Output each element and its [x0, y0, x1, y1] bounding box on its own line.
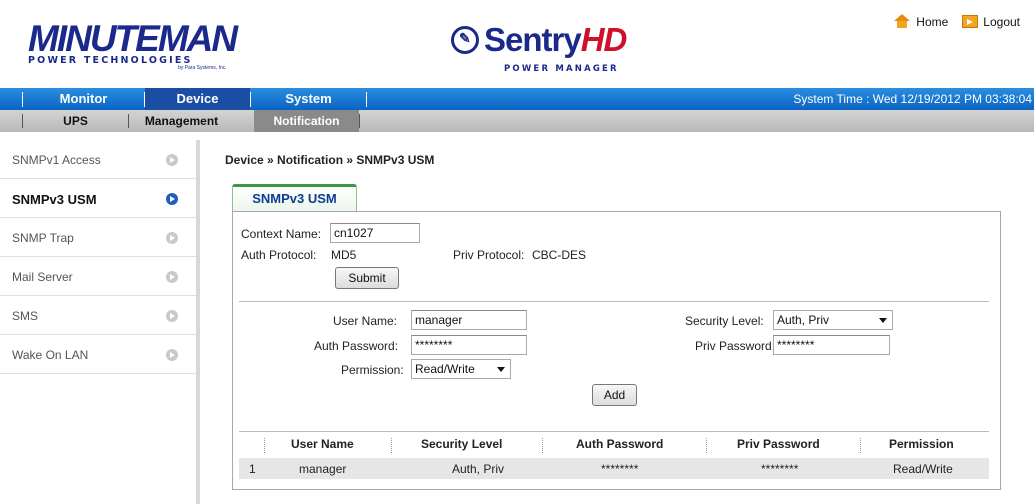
priv-password-input[interactable]	[773, 335, 890, 355]
sidebar-item-sms[interactable]: SMS	[0, 296, 196, 335]
product-name: SentryHD	[484, 21, 627, 58]
sub-nav: UPS Management Notification	[0, 110, 1034, 132]
column-header: Priv Password	[737, 437, 820, 451]
sidebar-item-snmp-trap[interactable]: SNMP Trap	[0, 218, 196, 257]
logout-label: Logout	[983, 14, 1020, 29]
tab-monitor[interactable]: Monitor	[23, 88, 144, 110]
breadcrumb: Device » Notification » SNMPv3 USM	[225, 153, 435, 167]
settings-panel: Context Name: Auth Protocol: MD5 Priv Pr…	[232, 211, 1001, 490]
system-time: System Time : Wed 12/19/2012 PM 03:38:04	[793, 92, 1032, 106]
header: MINUTEMAN POWER TECHNOLOGIES by Para Sys…	[0, 0, 1034, 88]
arrow-circle-icon	[166, 154, 178, 166]
column-separator	[264, 438, 265, 453]
sidebar-item-snmpv1-access[interactable]: SNMPv1 Access	[0, 140, 196, 179]
sidebar-item-label: SNMPv1 Access	[12, 153, 101, 167]
tab-system[interactable]: System	[251, 88, 366, 110]
row-index: 1	[249, 462, 256, 476]
priv-protocol-value: CBC-DES	[532, 248, 587, 262]
auth-password-input[interactable]	[411, 335, 527, 355]
cell-security-level: Auth, Priv	[452, 462, 505, 476]
plug-icon: ✎	[451, 26, 479, 54]
sidebar-item-label: Wake On LAN	[12, 348, 89, 362]
priv-protocol-label: Priv Protocol:	[453, 248, 525, 262]
home-icon	[893, 14, 911, 29]
column-header: User Name	[291, 437, 354, 451]
users-table: User Name Security Level Auth Password P…	[239, 431, 989, 479]
logout-icon	[962, 15, 979, 28]
permission-label: Permission:	[341, 363, 404, 377]
top-links: Home Logout	[893, 14, 1020, 29]
product-sub: POWER MANAGER	[504, 64, 619, 74]
auth-protocol-value: MD5	[331, 248, 357, 262]
sidebar-item-wake-on-lan[interactable]: Wake On LAN	[0, 335, 196, 374]
sidebar-item-label: SMS	[12, 309, 39, 323]
user-name-label: User Name:	[333, 314, 398, 328]
sidebar-item-snmpv3-usm[interactable]: SNMPv3 USM	[0, 179, 196, 218]
submit-button[interactable]: Submit	[335, 267, 399, 289]
brand-main: MINUTEMAN	[28, 18, 238, 59]
tab-snmpv3-usm[interactable]: SNMPv3 USM	[232, 184, 357, 212]
subnav-separator	[359, 114, 360, 128]
sidebar-item-label: SNMP Trap	[12, 231, 74, 245]
home-link[interactable]: Home	[893, 14, 948, 29]
brand-sub2: by Para Systems, Inc.	[178, 65, 227, 71]
subtab-management[interactable]: Management	[129, 110, 234, 132]
security-level-label: Security Level:	[685, 314, 764, 328]
sidebar-item-mail-server[interactable]: Mail Server	[0, 257, 196, 296]
column-header: Permission	[889, 437, 954, 451]
arrow-circle-icon	[166, 193, 178, 205]
column-separator	[542, 438, 543, 453]
arrow-circle-icon	[166, 232, 178, 244]
cell-auth-password: ********	[601, 462, 639, 476]
auth-protocol-label: Auth Protocol:	[241, 248, 317, 262]
arrow-circle-icon	[166, 349, 178, 361]
dropdown-arrow-icon	[497, 367, 505, 372]
tab-device[interactable]: Device	[145, 88, 250, 110]
context-name-input[interactable]	[330, 223, 420, 243]
divider	[239, 301, 989, 302]
minuteman-logo: MINUTEMAN POWER TECHNOLOGIES by Para Sys…	[28, 18, 238, 71]
table-row[interactable]: 1 manager Auth, Priv ******** ******** R…	[239, 458, 989, 479]
dropdown-arrow-icon	[879, 318, 887, 323]
column-separator	[860, 438, 861, 453]
nav-separator	[366, 92, 367, 107]
main-nav: Monitor Device System System Time : Wed …	[0, 88, 1034, 110]
table-header: User Name Security Level Auth Password P…	[239, 431, 989, 458]
cell-permission: Read/Write	[893, 462, 953, 476]
sidebar: SNMPv1 Access SNMPv3 USM SNMP Trap Mail …	[0, 140, 200, 504]
column-separator	[706, 438, 707, 453]
add-button[interactable]: Add	[592, 384, 637, 406]
subtab-ups[interactable]: UPS	[23, 110, 128, 132]
context-name-label: Context Name:	[241, 227, 322, 241]
logout-link[interactable]: Logout	[962, 14, 1020, 29]
security-level-select[interactable]: Auth, Priv	[773, 310, 893, 330]
subtab-notification[interactable]: Notification	[254, 110, 359, 132]
sidebar-item-label: Mail Server	[12, 270, 73, 284]
sidebar-item-label: SNMPv3 USM	[12, 192, 97, 207]
arrow-circle-icon	[166, 271, 178, 283]
sentryhd-logo: ✎ SentryHD POWER MANAGER	[446, 19, 627, 79]
cell-priv-password: ********	[761, 462, 799, 476]
auth-password-label: Auth Password:	[314, 339, 399, 353]
user-name-input[interactable]	[411, 310, 527, 330]
column-header: Auth Password	[576, 437, 664, 451]
arrow-circle-icon	[166, 310, 178, 322]
column-header: Security Level	[421, 437, 503, 451]
cell-user-name: manager	[299, 462, 347, 476]
home-label: Home	[916, 14, 949, 29]
column-separator	[391, 438, 392, 453]
permission-select[interactable]: Read/Write	[411, 359, 511, 379]
priv-password-label: Priv Password:	[695, 339, 776, 353]
